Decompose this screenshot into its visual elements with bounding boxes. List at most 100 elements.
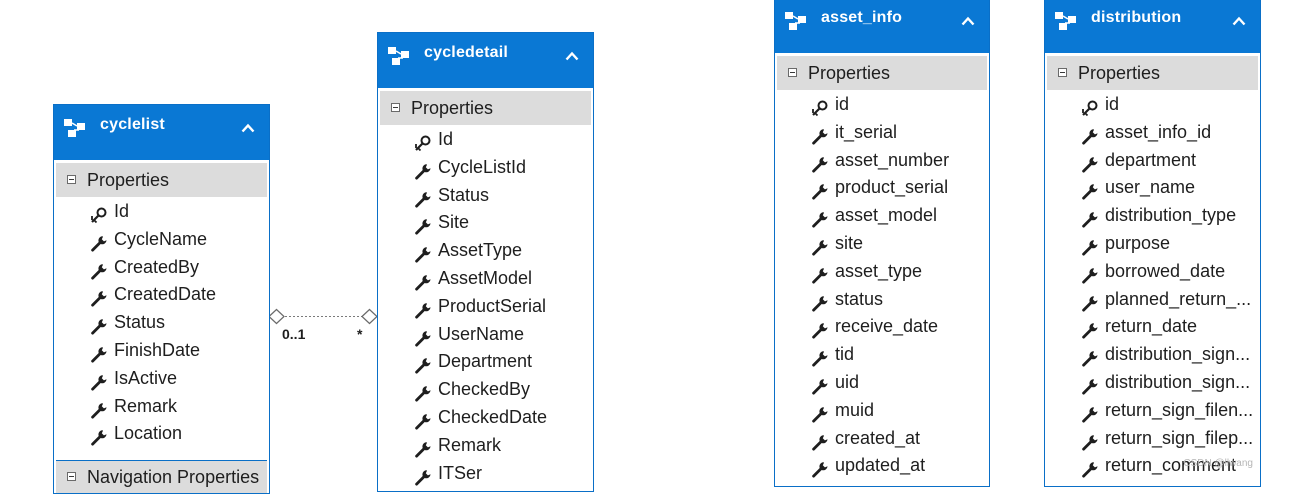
property-row[interactable]: site (775, 230, 989, 258)
property-row[interactable]: return_date (1045, 313, 1260, 341)
properties-section-header[interactable]: Properties (380, 91, 591, 125)
property-row[interactable]: product_serial (775, 174, 989, 202)
property-name: asset_type (835, 260, 923, 281)
chevron-up-icon[interactable] (241, 120, 255, 133)
entity-header[interactable]: cyclelist (54, 105, 269, 160)
properties-section-header[interactable]: Properties (56, 163, 267, 197)
entity-header[interactable]: asset_info (775, 0, 989, 53)
property-row[interactable]: CycleName (54, 226, 269, 254)
property-row[interactable]: distribution_sign... (1045, 341, 1260, 369)
properties-section-label: Properties (1078, 63, 1161, 83)
properties-section-header[interactable]: Properties (1047, 56, 1258, 90)
property-name: asset_model (835, 205, 938, 226)
navigation-properties-section[interactable]: Navigation Properties (56, 460, 267, 493)
property-row[interactable]: CreatedDate (54, 281, 269, 309)
entity-asset-info[interactable]: asset_info Properties id it_serial asset_num… (774, 0, 990, 487)
key-icon (414, 132, 432, 152)
collapse-toggle-icon[interactable] (391, 103, 400, 112)
properties-section-header[interactable]: Properties (777, 56, 987, 90)
collapse-toggle-icon[interactable] (1058, 68, 1067, 77)
property-row[interactable]: IsActive (54, 365, 269, 393)
property-name: CreatedBy (114, 256, 200, 277)
wrench-icon (1081, 375, 1099, 395)
property-row[interactable]: Status (54, 309, 269, 337)
collapse-toggle-icon[interactable] (788, 68, 797, 77)
wrench-icon (811, 264, 829, 284)
collapse-toggle-icon[interactable] (67, 175, 76, 184)
property-row[interactable]: CheckedDate (378, 404, 593, 432)
wrench-icon (1081, 319, 1099, 339)
property-row[interactable]: ITSer (378, 460, 593, 488)
property-row[interactable]: asset_number (775, 147, 989, 175)
entity-title: distribution (1091, 9, 1182, 26)
property-row[interactable]: Id (54, 198, 269, 226)
property-row[interactable]: CreatedBy (54, 254, 269, 282)
property-row[interactable]: AssetModel (378, 265, 593, 293)
property-row[interactable]: ProductSerial (378, 293, 593, 321)
property-row[interactable]: Remark (378, 432, 593, 460)
entity-cycledetail[interactable]: cycledetail Properties Id CycleListId Status… (377, 32, 594, 492)
property-row[interactable]: Status (378, 182, 593, 210)
property-row[interactable]: status (775, 286, 989, 314)
property-row[interactable]: Site (378, 209, 593, 237)
wrench-icon (1081, 208, 1099, 228)
property-row[interactable]: Location (54, 420, 269, 448)
wrench-icon (811, 292, 829, 312)
chevron-up-icon[interactable] (961, 13, 975, 26)
property-row[interactable]: id (1045, 91, 1260, 119)
property-row[interactable]: created_at (775, 425, 989, 453)
property-row[interactable]: CheckedBy (378, 376, 593, 404)
chevron-up-icon[interactable] (1232, 13, 1246, 26)
property-name: it_serial (835, 121, 898, 142)
property-row[interactable]: uid (775, 369, 989, 397)
property-row[interactable]: department (1045, 147, 1260, 175)
property-row[interactable]: borrowed_date (1045, 258, 1260, 286)
property-row[interactable]: user_name (1045, 174, 1260, 202)
property-row[interactable]: return_sign_filep... (1045, 425, 1260, 453)
property-row[interactable]: return_sign_filen... (1045, 397, 1260, 425)
property-name: AssetType (438, 240, 523, 261)
property-row[interactable]: planned_return_... (1045, 286, 1260, 314)
property-row[interactable]: purpose (1045, 230, 1260, 258)
property-name: id (1105, 94, 1120, 114)
property-name: Site (438, 212, 470, 233)
property-row[interactable]: asset_model (775, 202, 989, 230)
wrench-icon (1081, 403, 1099, 423)
property-list: Id CycleListId Status Site AssetType AssetMod… (378, 125, 593, 487)
property-row[interactable]: tid (775, 341, 989, 369)
property-row[interactable]: it_serial (775, 119, 989, 147)
property-name: Remark (114, 395, 178, 416)
property-row[interactable]: muid (775, 397, 989, 425)
entity-cyclelist[interactable]: cyclelist Properties Id CycleName CreatedBy C… (53, 104, 270, 494)
property-name: Remark (438, 434, 502, 455)
property-row[interactable]: UserName (378, 321, 593, 349)
property-row[interactable]: id (775, 91, 989, 119)
collapse-toggle-icon[interactable] (67, 472, 76, 481)
multiplicity-left: 0..1 (282, 326, 306, 342)
wrench-icon (1081, 458, 1099, 478)
property-row[interactable]: Department (378, 348, 593, 376)
property-row[interactable]: asset_info_id (1045, 119, 1260, 147)
wrench-icon (1081, 153, 1099, 173)
property-row[interactable]: Remark (54, 393, 269, 421)
property-row[interactable]: Id (378, 126, 593, 154)
wrench-icon (414, 243, 432, 263)
properties-section-label: Properties (87, 170, 170, 190)
property-row[interactable]: AssetType (378, 237, 593, 265)
wrench-icon (1081, 431, 1099, 451)
property-row[interactable]: FinishDate (54, 337, 269, 365)
property-row[interactable]: distribution_type (1045, 202, 1260, 230)
property-row[interactable]: distribution_sign... (1045, 369, 1260, 397)
wrench-icon (811, 347, 829, 367)
property-row[interactable]: CycleListId (378, 154, 593, 182)
entity-header[interactable]: cycledetail (378, 33, 593, 88)
wrench-icon (414, 160, 432, 180)
property-row[interactable]: asset_type (775, 258, 989, 286)
chevron-up-icon[interactable] (565, 48, 579, 61)
property-row[interactable]: receive_date (775, 313, 989, 341)
wrench-icon (1081, 180, 1099, 200)
entity-header[interactable]: distribution (1045, 0, 1260, 53)
wrench-icon (414, 382, 432, 402)
entity-distribution[interactable]: distribution Properties id asset_info_id dep… (1044, 0, 1261, 487)
property-row[interactable]: updated_at (775, 452, 989, 480)
